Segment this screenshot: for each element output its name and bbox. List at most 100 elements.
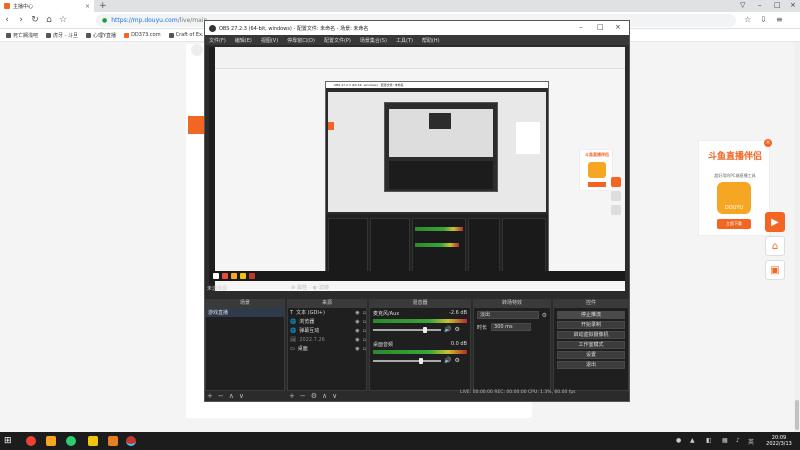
volume-slider[interactable] (373, 326, 441, 333)
volume-icon[interactable]: ♪ (736, 437, 740, 444)
volume-knob[interactable] (422, 326, 427, 333)
eye-icon[interactable]: ◉ (355, 337, 359, 343)
bookmark-item[interactable]: 虎牙 - 斗旦 (46, 32, 78, 39)
input-method-icon[interactable]: 英 (748, 437, 754, 446)
move-down-icon[interactable]: ∨ (239, 392, 244, 400)
maximize-button[interactable]: □ (774, 1, 781, 9)
remove-icon[interactable]: − (218, 392, 224, 400)
volume-slider[interactable] (373, 357, 441, 364)
properties-button[interactable]: ⚙ 属性 (291, 284, 307, 291)
forward-icon[interactable]: › (14, 13, 28, 27)
menu-scene-collection[interactable]: 场景集合(S) (360, 37, 387, 44)
move-up-icon[interactable]: ∧ (229, 392, 234, 400)
chrome-icon[interactable] (26, 436, 36, 446)
close-window-button[interactable]: × (790, 1, 796, 9)
duration-input[interactable]: 300 ms (491, 323, 532, 331)
source-item[interactable]: T 文本 (GDI+) ◉ ▫ (288, 308, 366, 317)
app-icon[interactable] (66, 436, 76, 446)
bookmark-item[interactable]: 心理Y直播 (86, 32, 116, 39)
network-icon[interactable]: ▦ (722, 437, 728, 444)
menu-icon[interactable]: ≡ (776, 15, 783, 24)
download-button[interactable]: 立即下载 (717, 219, 751, 229)
start-recording-button[interactable]: 开始录制 (557, 321, 625, 329)
menu-docks[interactable]: 停靠窗口(D) (287, 37, 315, 44)
move-down-icon[interactable]: ∨ (332, 392, 337, 400)
scrollbar-thumb[interactable] (795, 400, 799, 430)
menu-view[interactable]: 视图(V) (261, 37, 278, 44)
menu-profile[interactable]: 配置文件(P) (324, 37, 351, 44)
eye-icon[interactable]: ◉ (355, 346, 359, 352)
eye-icon[interactable]: ◉ (355, 319, 359, 325)
app-icon[interactable] (108, 436, 118, 446)
page-scrollbar[interactable] (794, 42, 800, 432)
settings-button[interactable]: 设置 (557, 351, 625, 359)
obs-close-button[interactable]: × (615, 23, 621, 31)
obs-taskbar-icon[interactable] (126, 436, 136, 446)
add-icon[interactable]: + (289, 392, 295, 400)
gear-icon[interactable]: ⚙ (542, 312, 547, 319)
downloads-icon[interactable]: ⇩ (760, 15, 767, 24)
minimize-button[interactable]: – (758, 1, 762, 9)
speaker-icon[interactable]: 🔊 (444, 326, 451, 333)
tray-icon[interactable]: ◧ (706, 437, 712, 444)
source-item[interactable]: ▭ 桌面 ◉ ▫ (288, 344, 366, 353)
stop-streaming-button[interactable]: 停止推流 (557, 311, 625, 319)
home-icon[interactable]: ⌂ (42, 13, 56, 27)
studio-mode-button[interactable]: 工作室模式 (557, 341, 625, 349)
exit-button[interactable]: 退出 (557, 361, 625, 369)
menu-tools[interactable]: 工具(T) (396, 37, 413, 44)
obs-minimize-button[interactable]: – (579, 23, 583, 31)
extensions-icon[interactable]: ☆ (744, 15, 751, 24)
reload-icon[interactable]: ↻ (28, 13, 42, 27)
virtual-camera-button[interactable]: 启动虚拟摄像机 (557, 331, 625, 339)
bookmark-item[interactable]: Craft of Ex... (168, 32, 207, 38)
tray-icon[interactable]: ▲ (690, 437, 695, 444)
promo-close-icon[interactable]: × (764, 139, 772, 147)
bookmark-item[interactable]: 死亡搁浅吧 (6, 32, 38, 39)
obs-preview[interactable]: 斗鱼直播伴侣 OBS 27.2.3 (64-bit, windows) - 配置… (209, 47, 625, 291)
transition-select[interactable]: 淡出 (477, 311, 539, 319)
windows-start-icon[interactable]: ⊞ (4, 436, 14, 446)
lock-icon[interactable]: ▫ (363, 328, 366, 334)
sidebar-active-indicator[interactable] (188, 116, 204, 134)
add-icon[interactable]: + (207, 392, 213, 400)
new-tab-button[interactable]: + (99, 1, 107, 11)
tray-icon[interactable]: ● (676, 437, 681, 444)
speaker-icon[interactable]: 🔊 (444, 357, 451, 364)
play-icon[interactable]: ▶ (765, 212, 785, 232)
gear-icon[interactable]: ⚙ (454, 326, 459, 333)
filters-button[interactable]: ◐ 滤镜 (313, 284, 329, 291)
bookmark-star-icon[interactable]: ☆ (56, 13, 70, 27)
menu-edit[interactable]: 编辑(E) (235, 37, 252, 44)
app-icon[interactable] (46, 436, 56, 446)
close-tab-icon[interactable]: × (85, 3, 90, 10)
gear-icon[interactable]: ⚙ (311, 392, 317, 400)
source-item[interactable]: 🌐 弹幕互动 ◉ ▫ (288, 326, 366, 335)
lock-icon[interactable]: ▫ (363, 337, 366, 343)
eye-icon[interactable]: ◉ (355, 328, 359, 334)
gift-icon[interactable]: ▣ (765, 260, 785, 280)
back-icon[interactable]: ‹ (0, 13, 14, 27)
home-side-icon[interactable]: ⌂ (765, 236, 785, 256)
source-item[interactable]: 🌐 浏览器 ◉ ▫ (288, 317, 366, 326)
gear-icon[interactable]: ⚙ (454, 357, 459, 364)
menu-file[interactable]: 文件(F) (209, 37, 226, 44)
taskbar-clock[interactable]: 20:09 2022/3/13 (760, 435, 798, 447)
obs-maximize-button[interactable]: □ (597, 23, 604, 31)
bookmark-item[interactable]: DD373.com (124, 32, 161, 38)
browser-account-icon[interactable]: ▽ (740, 1, 745, 9)
volume-knob[interactable] (419, 357, 424, 364)
browser-tab[interactable]: 主播中心 × (0, 0, 94, 12)
move-up-icon[interactable]: ∧ (322, 392, 327, 400)
lock-icon[interactable]: ▫ (363, 310, 366, 316)
lock-icon[interactable]: ▫ (363, 319, 366, 325)
avatar[interactable] (191, 44, 203, 56)
eye-icon[interactable]: ◉ (355, 310, 359, 316)
scene-item[interactable]: 游戏直播 (206, 308, 284, 317)
app-icon[interactable] (88, 436, 98, 446)
lock-icon[interactable]: ▫ (363, 346, 366, 352)
source-name: 桌面 (297, 346, 308, 352)
remove-icon[interactable]: − (300, 392, 306, 400)
source-item[interactable]: 🖼 2022.7.26 ◉ ▫ (288, 335, 366, 344)
menu-help[interactable]: 帮助(H) (422, 37, 440, 44)
